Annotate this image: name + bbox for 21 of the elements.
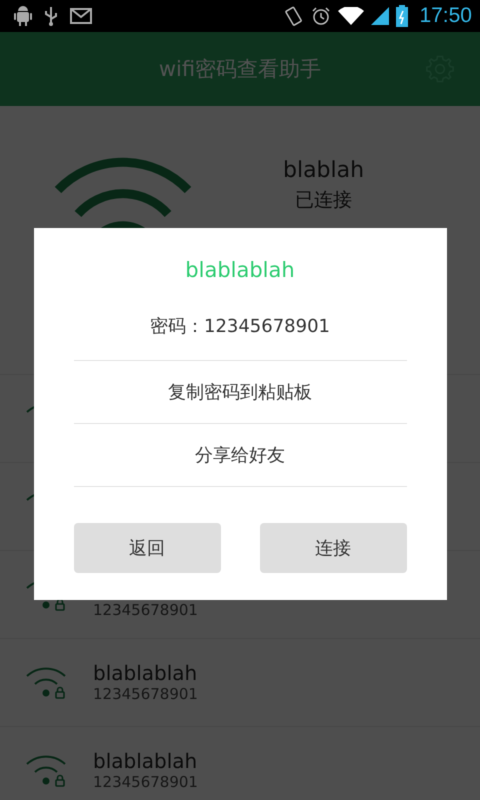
android-icon [14,6,32,26]
alarm-icon [311,6,332,26]
network-password: 12345678901 [93,773,198,791]
vibrate-icon [284,5,304,27]
network-name: blablablah [93,749,198,773]
app-title: wifi密码查看助手 [158,56,322,83]
connection-status: 已连接 [295,188,352,213]
back-button[interactable]: 返回 [74,523,220,573]
dialog-title: blablablah [185,258,295,282]
wifi-signal-icon [338,7,364,25]
battery-icon [396,5,408,27]
network-password: 12345678901 [93,685,198,703]
password-text: 密码：12345678901 [150,315,330,338]
cell-signal-icon [371,7,390,25]
status-time: 17:50 [419,4,472,28]
connect-button[interactable]: 连接 [260,523,406,573]
network-password: 12345678901 [93,601,198,619]
mail-icon [70,8,92,24]
network-name: blablablah [93,661,198,685]
network-name: blablah [283,158,364,183]
usb-icon [44,6,58,26]
